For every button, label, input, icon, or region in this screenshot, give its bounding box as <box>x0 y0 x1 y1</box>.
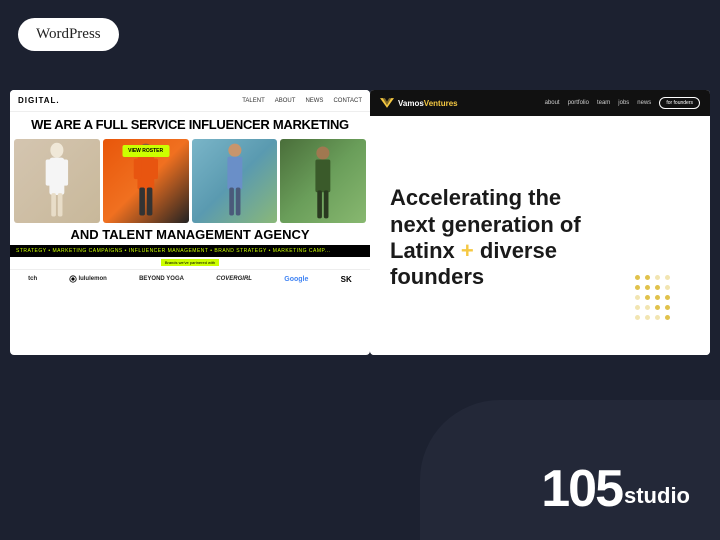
right-nav-about: about <box>545 100 560 106</box>
brand-beyond-yoga: BEYOND YOGA <box>139 276 184 282</box>
ticker-text: STRATEGY • MARKETING CAMPAIGNS • INFLUEN… <box>16 248 330 254</box>
right-nav-founders-btn[interactable]: for founders <box>659 97 700 109</box>
partners-highlight: Brands we've partnered with <box>161 259 219 266</box>
left-hero-title: WE ARE A FULL SERVICE INFLUENCER MARKETI… <box>18 118 362 132</box>
right-nav-links: about portfolio team jobs news for found… <box>545 97 700 109</box>
right-nav-portfolio: portfolio <box>568 100 589 106</box>
brand-google: Google <box>284 276 308 283</box>
left-brands-row: tch lululemon BEYOND YOGA COVERGIRL Goog… <box>10 270 370 289</box>
right-nav-logo: VamosVentures <box>380 98 458 108</box>
right-hero: Accelerating the next generation of Lati… <box>370 116 710 355</box>
logo-number: 105 <box>541 463 622 515</box>
lululemon-icon <box>69 275 77 283</box>
right-nav: VamosVentures about portfolio team jobs … <box>370 90 710 116</box>
right-hero-text: Accelerating the next generation of Lati… <box>390 185 610 291</box>
left-subtitle: AND TALENT MANAGEMENT AGENCY <box>10 226 370 244</box>
left-nav-news: NEWS <box>305 98 323 104</box>
wordpress-badge: WordPress <box>18 18 119 51</box>
left-nav-about: ABOUT <box>275 98 296 104</box>
brand-skims: SK <box>341 275 352 284</box>
left-partners-banner: Brands we've partnered with <box>10 257 370 270</box>
brand-lululemon: lululemon <box>69 275 106 283</box>
logo-studio: studio <box>624 483 690 509</box>
left-nav-logo: DIGITAL. <box>18 96 60 105</box>
bottom-logo: 105studio <box>541 463 690 515</box>
left-nav: DIGITAL. TALENT ABOUT NEWS CONTACT <box>10 90 370 112</box>
brand-stitch: tch <box>28 276 37 282</box>
main-background: WordPress DIGITAL. TALENT ABOUT NEWS CON… <box>0 0 720 540</box>
view-roster-btn[interactable]: VIEW ROSTER <box>122 145 169 157</box>
left-nav-links: TALENT ABOUT NEWS CONTACT <box>242 98 362 104</box>
left-ticker: STRATEGY • MARKETING CAMPAIGNS • INFLUEN… <box>10 245 370 257</box>
left-image-4 <box>280 139 366 223</box>
brand-covergirl: COVERGIRL <box>216 276 252 282</box>
dot-pattern <box>635 275 695 335</box>
left-nav-contact: CONTACT <box>333 98 362 104</box>
left-image-3 <box>192 139 278 223</box>
right-website-panel: VamosVentures about portfolio team jobs … <box>370 90 710 355</box>
right-nav-team: team <box>597 100 610 106</box>
left-image-2: VIEW ROSTER <box>103 139 189 223</box>
right-nav-news: news <box>637 100 651 106</box>
right-nav-jobs: jobs <box>618 100 629 106</box>
vamos-logo-icon <box>380 98 394 108</box>
right-nav-logo-text: VamosVentures <box>398 99 458 108</box>
left-image-1 <box>14 139 100 223</box>
left-nav-talent: TALENT <box>242 98 265 104</box>
left-images-row: VIEW ROSTER <box>10 136 370 226</box>
wordpress-label: WordPress <box>36 26 101 42</box>
left-website-panel: DIGITAL. TALENT ABOUT NEWS CONTACT WE AR… <box>10 90 370 355</box>
left-hero: WE ARE A FULL SERVICE INFLUENCER MARKETI… <box>10 112 370 136</box>
